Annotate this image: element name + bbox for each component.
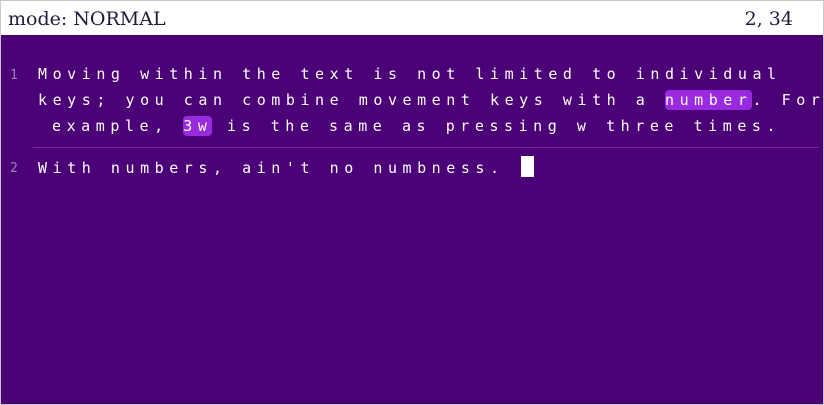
line-number: 1 [10,68,18,83]
text-line-1[interactable]: Moving within the text is not limited to… [38,61,824,139]
text-segment: keys; you can combine movement keys with… [38,91,665,109]
block-cursor [521,156,535,177]
cursor-position: 2, 34 [744,8,793,30]
text-segment: is the same as pressing w three times. [212,117,782,135]
highlighted-word: number [664,90,753,110]
mode-indicator: mode: NORMAL [8,8,166,30]
text-segment: . For [752,91,824,109]
highlighted-command: 3w [183,116,213,136]
line-number: 2 [10,161,18,176]
text-editor[interactable]: 1 Moving within the text is not limited … [1,35,823,404]
vim-tutor-window: mode: NORMAL 2, 34 1 Moving within the t… [0,0,824,405]
text-segment: example, [52,117,184,135]
text-segment: With numbers, ain't no numbness. [38,159,520,177]
text-row: example, 3w is the same as pressing w th… [38,113,823,139]
text-row: keys; you can combine movement keys with… [38,87,824,113]
status-bar: mode: NORMAL 2, 34 [1,1,823,35]
text-line-2[interactable]: With numbers, ain't no numbness. [38,155,535,181]
line-separator [33,147,819,148]
text-row: Moving within the text is not limited to… [38,65,782,83]
